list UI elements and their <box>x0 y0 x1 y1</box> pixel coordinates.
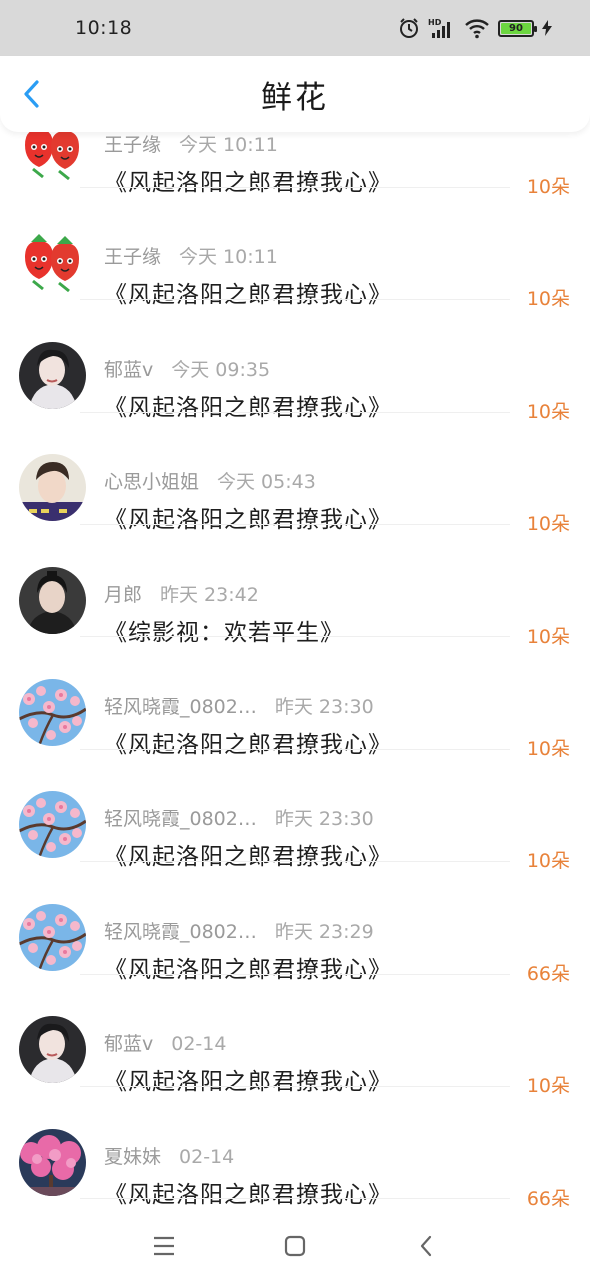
avatar-pinktree[interactable] <box>19 1128 86 1196</box>
avatar-blossom[interactable] <box>19 791 86 859</box>
chevron-left-icon <box>24 80 39 108</box>
avatar-man[interactable] <box>19 566 86 634</box>
divider <box>80 1198 510 1200</box>
timestamp: 昨天 23:30 <box>274 808 374 831</box>
timestamp: 今天 09:35 <box>171 358 271 381</box>
item-meta: 月郎 昨天 23:42 <box>104 580 259 607</box>
list-item[interactable]: 轻风晓霞_0802… 昨天 23:29 《风起洛阳之郎君撩我心》 66朵 <box>0 862 590 985</box>
list-item[interactable]: 月郎 昨天 23:42 《综影视：欢若平生》 10朵 <box>0 525 590 648</box>
timestamp: 昨天 23:29 <box>274 920 374 943</box>
user-name[interactable]: 夏妹妹 <box>104 1142 161 1169</box>
list-item[interactable]: 轻风晓霞_0802… 昨天 23:30 《风起洛阳之郎君撩我心》 10朵 <box>0 637 590 760</box>
user-name[interactable]: 郁蓝v <box>104 1029 153 1056</box>
status-bar: 10:18 HD 90 <box>0 0 590 56</box>
avatar-blossom[interactable] <box>19 678 86 746</box>
page-title: 鲜花 <box>261 79 329 116</box>
item-meta: 夏妹妹 02-14 <box>104 1142 234 1169</box>
user-name[interactable]: 月郎 <box>104 580 142 607</box>
user-name[interactable]: 王子缘 <box>104 242 161 269</box>
back-nav-button[interactable] <box>410 1230 442 1262</box>
wifi-icon <box>464 17 490 39</box>
back-icon <box>420 1235 432 1257</box>
flower-count: 66朵 <box>526 1187 570 1210</box>
avatar-strawberry[interactable] <box>19 132 86 184</box>
avatar-woman[interactable] <box>19 1016 86 1084</box>
home-icon <box>284 1235 306 1257</box>
item-meta: 王子缘 今天 10:11 <box>104 132 278 157</box>
avatar-boy[interactable] <box>19 454 86 522</box>
battery-level: 90 <box>501 22 531 34</box>
timestamp: 今天 05:43 <box>217 471 316 494</box>
svg-text:HD: HD <box>428 18 442 27</box>
user-name[interactable]: 心思小姐姐 <box>104 467 199 494</box>
flower-record-list[interactable]: 王子缘 今天 10:11 《风起洛阳之郎君撩我心》 10朵 王子缘 今天 10:… <box>0 132 590 1210</box>
item-meta: 郁蓝v 02-14 <box>104 1029 226 1056</box>
battery-icon: 90 <box>498 19 537 37</box>
menu-icon <box>154 1236 174 1256</box>
charging-icon <box>542 20 552 36</box>
header: 鲜花 <box>0 56 590 132</box>
item-meta: 轻风晓霞_0802… 昨天 23:30 <box>104 692 374 719</box>
item-meta: 轻风晓霞_0802… 昨天 23:30 <box>104 804 374 831</box>
avatar-strawberry[interactable] <box>19 229 86 297</box>
user-name[interactable]: 轻风晓霞_0802… <box>104 917 257 944</box>
list-item[interactable]: 轻风晓霞_0802… 昨天 23:30 《风起洛阳之郎君撩我心》 10朵 <box>0 749 590 872</box>
back-button[interactable] <box>16 78 48 110</box>
user-name[interactable]: 王子缘 <box>104 132 161 157</box>
item-meta: 轻风晓霞_0802… 昨天 23:29 <box>104 917 374 944</box>
home-button[interactable] <box>279 1230 311 1262</box>
timestamp: 02-14 <box>171 1033 227 1056</box>
book-title[interactable]: 《风起洛阳之郎君撩我心》 <box>104 1175 392 1209</box>
list-item[interactable]: 郁蓝v 02-14 《风起洛阳之郎君撩我心》 10朵 <box>0 974 590 1097</box>
timestamp: 02-14 <box>179 1145 235 1168</box>
alarm-icon <box>398 17 420 39</box>
user-name[interactable]: 郁蓝v <box>104 355 153 382</box>
timestamp: 昨天 23:42 <box>160 583 259 606</box>
item-meta: 郁蓝v 今天 09:35 <box>104 355 270 382</box>
avatar-blossom[interactable] <box>19 903 86 971</box>
menu-button[interactable] <box>148 1230 180 1262</box>
user-name[interactable]: 轻风晓霞_0802… <box>104 804 257 831</box>
list-item[interactable]: 王子缘 今天 10:11 《风起洛阳之郎君撩我心》 10朵 <box>0 187 590 310</box>
status-icons: HD 90 <box>398 17 552 39</box>
avatar-woman[interactable] <box>19 341 86 409</box>
list-item[interactable]: 心思小姐姐 今天 05:43 《风起洛阳之郎君撩我心》 10朵 <box>0 412 590 535</box>
list-item[interactable]: 郁蓝v 今天 09:35 《风起洛阳之郎君撩我心》 10朵 <box>0 300 590 423</box>
timestamp: 今天 10:11 <box>179 246 278 269</box>
item-meta: 王子缘 今天 10:11 <box>104 242 278 269</box>
status-time: 10:18 <box>75 17 133 39</box>
item-meta: 心思小姐姐 今天 05:43 <box>104 467 316 494</box>
timestamp: 今天 10:11 <box>179 134 278 156</box>
timestamp: 昨天 23:30 <box>274 695 374 718</box>
list-item[interactable]: 王子缘 今天 10:11 《风起洛阳之郎君撩我心》 10朵 <box>0 132 590 198</box>
signal-icon: HD <box>428 17 456 39</box>
list-item[interactable]: 夏妹妹 02-14 《风起洛阳之郎君撩我心》 66朵 <box>0 1087 590 1210</box>
user-name[interactable]: 轻风晓霞_0802… <box>104 692 257 719</box>
system-nav-bar <box>0 1210 590 1280</box>
